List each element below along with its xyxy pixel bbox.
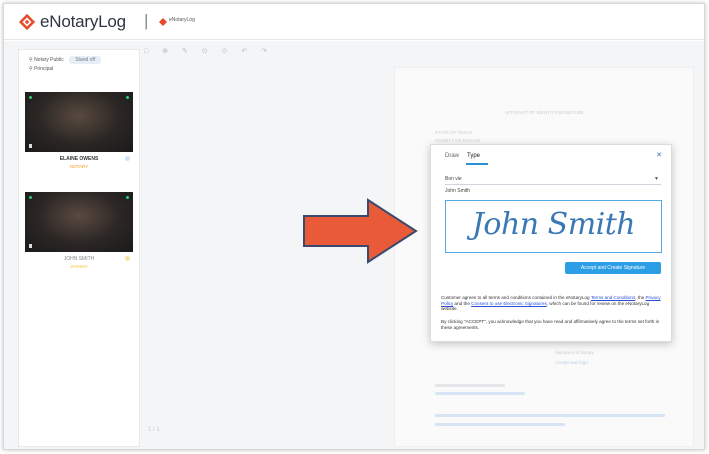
document-title: AFFIDAVIT OF IDENTITY/SIGNATURE — [505, 110, 585, 115]
video-name: JOHN SMITH — [63, 256, 95, 262]
stand-off-button[interactable]: Stand off — [69, 56, 102, 64]
status-dot-icon — [29, 196, 32, 199]
enotarylog-logo-icon — [18, 13, 36, 31]
mic-icon — [29, 244, 32, 248]
legal-accept-text: By clicking "ACCEPT", you acknowledge th… — [441, 319, 660, 330]
video-feed-signer — [25, 192, 133, 252]
status-dot-icon — [126, 96, 129, 99]
signature-preview-text: John Smith — [471, 207, 636, 242]
mic-icon — [29, 144, 32, 148]
accept-sign-link[interactable]: Accept and Sign — [555, 360, 588, 365]
font-select[interactable]: Bon vie ▼ — [445, 176, 661, 185]
brand-name: eNotaryLog — [40, 12, 126, 31]
font-select-value: Bon vie — [445, 176, 462, 182]
tab-type[interactable]: Type — [467, 153, 480, 159]
page-indicator: 1 / 1 — [148, 427, 160, 433]
signature-label: Signature of Notary — [555, 350, 594, 355]
terms-link[interactable]: Terms and Conditions — [591, 295, 635, 300]
active-tab-indicator — [466, 163, 488, 165]
participant-label: Principal — [34, 66, 54, 72]
document-text-line — [435, 384, 505, 387]
chevron-down-icon: ▼ — [654, 176, 659, 182]
info-icon[interactable] — [125, 156, 130, 161]
app-window: eNotaryLog | eNotaryLog ⚲ Notary Public … — [3, 3, 705, 450]
top-bar: eNotaryLog | eNotaryLog — [4, 4, 704, 40]
document-line: COUNTY OF DALLAS — [435, 138, 480, 143]
person-icon: ⚲ — [29, 57, 33, 63]
video-role: NOTARY — [69, 164, 89, 169]
participant-label: Notary Public — [34, 57, 64, 63]
accept-create-signature-button[interactable]: Accept and Create Signature — [565, 262, 661, 274]
legal-terms-text: Customer agrees to all terms and conditi… — [441, 295, 663, 312]
org-name: eNotaryLog — [169, 17, 195, 23]
status-dot-icon — [126, 196, 129, 199]
close-icon[interactable]: ✕ — [656, 151, 662, 159]
participants-panel: ⚲ Notary Public Stand off ⚲ Principal EL… — [18, 49, 140, 447]
person-icon: ⚲ — [29, 66, 33, 72]
document-link-line — [435, 392, 525, 395]
document-link-line — [435, 423, 565, 426]
video-feed-notary — [25, 92, 133, 152]
consent-link[interactable]: Consent to use Electronic Signatures — [471, 301, 547, 306]
signature-modal: Draw Type ✕ Bon vie ▼ John Smith John Sm… — [430, 144, 672, 342]
warning-icon[interactable] — [125, 256, 130, 261]
document-link-line — [435, 414, 665, 417]
signature-name-input[interactable]: John Smith — [445, 188, 470, 194]
signature-preview: John Smith — [445, 200, 662, 253]
video-role: SIGNER — [70, 264, 88, 269]
brand-separator: | — [144, 11, 149, 30]
video-name: ELAINE OWENS — [59, 156, 99, 162]
document-toolbar[interactable]: □ ⊕ ✎ ⊙ ⊙ ↶ ↷ — [144, 47, 273, 55]
status-dot-icon — [29, 96, 32, 99]
legal-text: and the — [453, 300, 472, 306]
org-logo-icon — [159, 18, 167, 26]
legal-text: , the — [635, 295, 646, 300]
arrow-right-icon — [303, 198, 418, 264]
tab-draw[interactable]: Draw — [445, 153, 459, 159]
participant-principal-row: ⚲ Principal — [29, 66, 53, 72]
document-line: STATE OF TEXAS — [435, 130, 473, 135]
legal-text: Customer agrees to all terms and conditi… — [441, 295, 591, 300]
participant-notary-row: ⚲ Notary Public Stand off — [29, 56, 102, 64]
